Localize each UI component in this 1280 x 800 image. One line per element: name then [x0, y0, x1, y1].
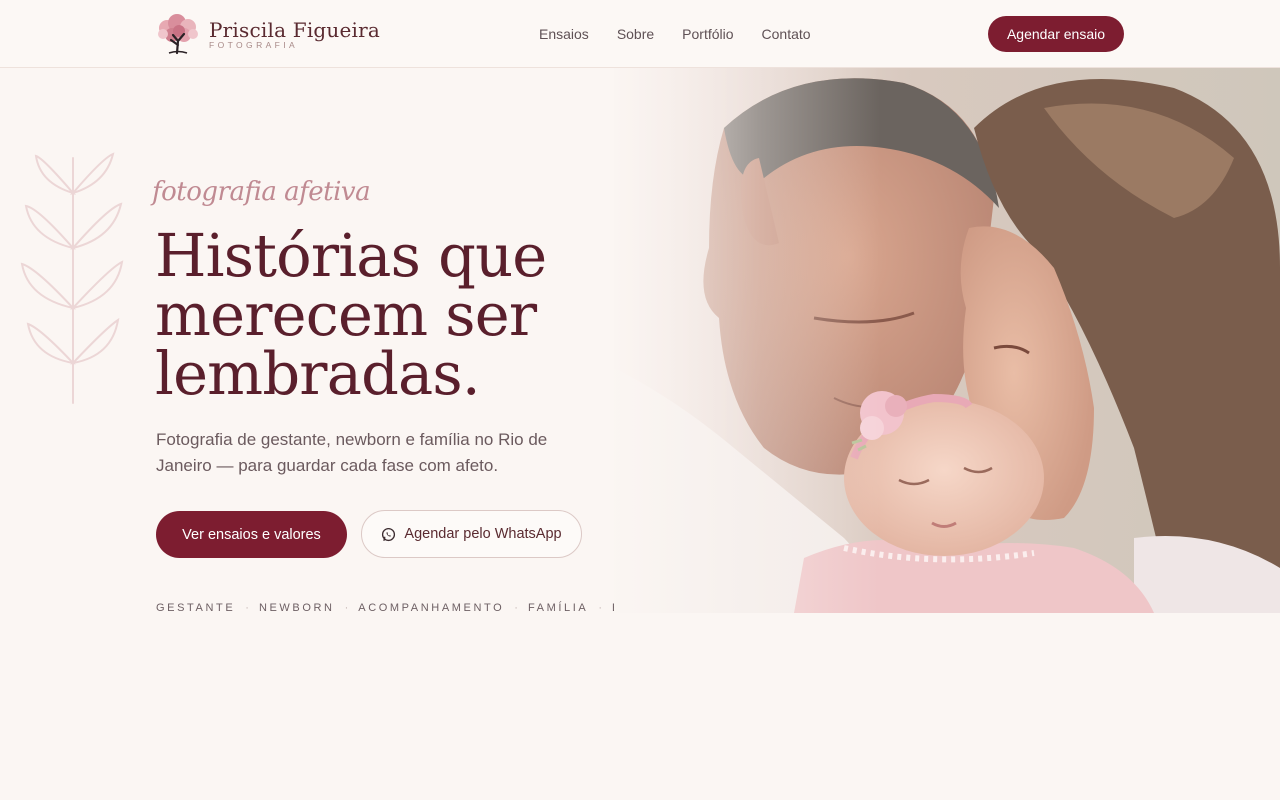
view-sessions-button[interactable]: Ver ensaios e valores [156, 511, 347, 558]
service-item: ACOMPANHAMENTO [358, 602, 505, 614]
nav-link-contato[interactable]: Contato [762, 24, 811, 44]
brand-name: Priscila Figueira [209, 17, 381, 42]
leaf-branch-decoration [20, 152, 124, 404]
service-item: GESTANTE [156, 602, 236, 614]
nav-link-portfolio[interactable]: Portfólio [682, 24, 733, 44]
service-separator: · [514, 602, 518, 614]
service-separator: · [598, 602, 603, 614]
whatsapp-schedule-button[interactable]: Agendar pelo WhatsApp [361, 510, 582, 558]
hero-title-line: merecem ser [155, 280, 537, 349]
hero-description: Fotografia de gestante, newborn e famíli… [156, 430, 548, 475]
brand-logo-link[interactable]: Priscila Figueira FOTOGRAFIA [155, 12, 380, 56]
service-separator: · [245, 602, 249, 614]
whatsapp-button-label: Agendar pelo WhatsApp [404, 526, 562, 542]
site-header: Priscila Figueira FOTOGRAFIA Ensaios Sob… [0, 0, 1280, 68]
tree-logo-icon [158, 14, 198, 55]
family-photo [614, 68, 1280, 613]
hero-title-line: Histórias que [155, 221, 547, 290]
hero-family-photo [614, 68, 1280, 613]
schedule-session-button[interactable]: Agendar ensaio [988, 16, 1124, 52]
service-separator: · [344, 602, 349, 614]
brand-tagline: FOTOGRAFIA [209, 39, 299, 50]
service-item: NEWBORN [258, 602, 335, 614]
nav-link-ensaios[interactable]: Ensaios [539, 24, 589, 44]
service-item: FAMÍLIA [527, 602, 589, 614]
main-nav: Ensaios Sobre Portfólio Contato [539, 24, 811, 44]
nav-link-sobre[interactable]: Sobre [617, 24, 654, 44]
hero-title: Histórias que merecem ser lembradas. [155, 226, 595, 403]
hero-script-tagline: fotografia afetiva [152, 177, 371, 207]
services-list: GESTANTE · NEWBORN · ACOMPANHAMENTO · FA… [156, 600, 683, 616]
hero-title-line: lembradas. [155, 339, 481, 408]
whatsapp-icon [382, 527, 396, 541]
